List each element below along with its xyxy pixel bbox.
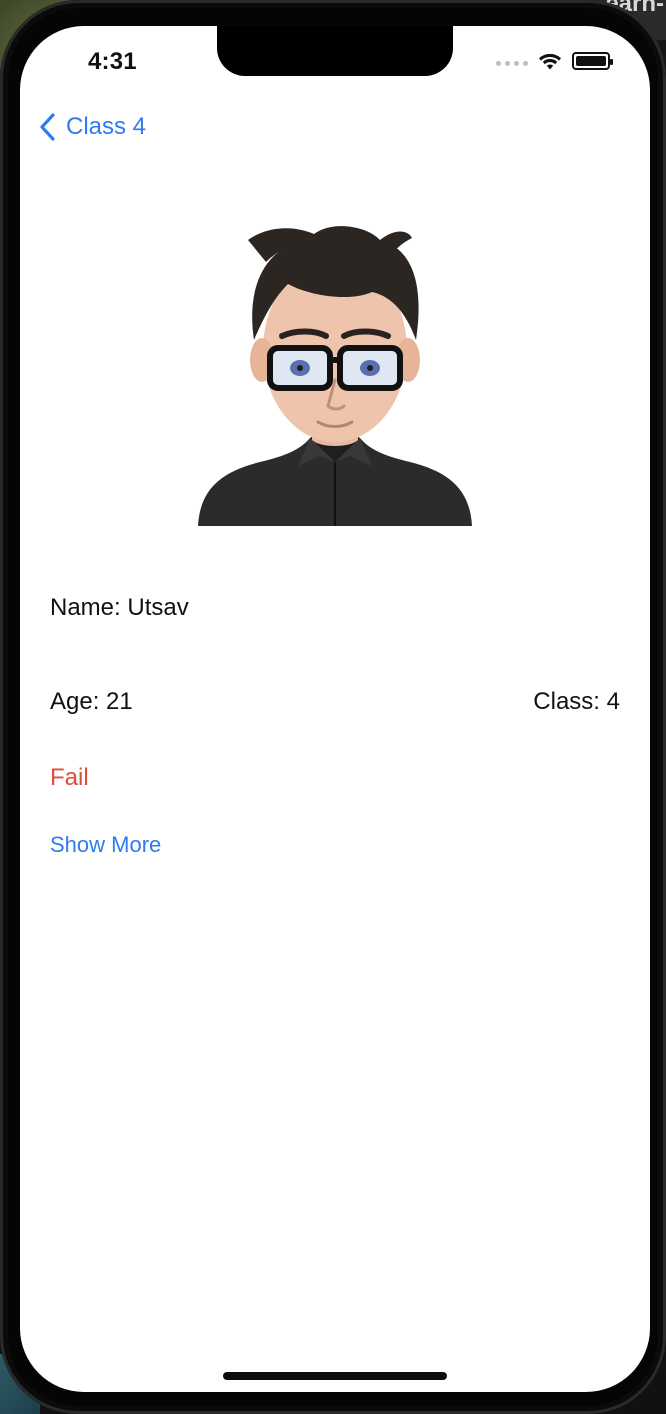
back-button-label: Class 4	[66, 113, 147, 140]
notch	[217, 26, 453, 76]
phone-frame: 4:31 Class 4 Name: Utsav Age: 21 Class: …	[0, 0, 666, 1414]
back-button[interactable]: Class 4	[38, 112, 146, 142]
avatar	[190, 200, 480, 526]
wifi-icon	[538, 52, 562, 70]
home-indicator[interactable]	[223, 1372, 447, 1380]
student-class: Class: 4	[533, 688, 620, 715]
battery-icon	[572, 52, 613, 70]
student-age: Age: 21	[50, 688, 133, 715]
phone-screen: 4:31 Class 4 Name: Utsav Age: 21 Class: …	[20, 26, 650, 1392]
result-status: Fail	[50, 764, 89, 791]
status-bar-time: 4:31	[88, 48, 137, 75]
show-more-button[interactable]: Show More	[50, 832, 161, 858]
chevron-left-icon	[38, 112, 56, 142]
student-name: Name: Utsav	[50, 594, 189, 621]
status-bar-indicators	[496, 52, 613, 70]
signal-dots-icon	[496, 60, 528, 66]
